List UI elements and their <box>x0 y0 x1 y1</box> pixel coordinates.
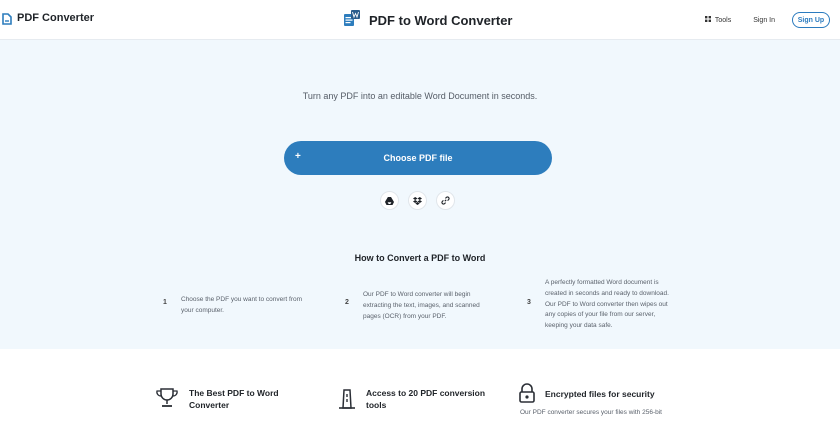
feature-2-title-line: Access to 20 PDF conversion <box>366 388 486 398</box>
url-link-button[interactable] <box>436 191 455 210</box>
brand-logo-icon <box>2 12 12 25</box>
step-3-line: A perfectly formatted Word document is <box>545 279 659 286</box>
header-nav: Tools Sign In Sign Up <box>704 12 830 28</box>
tools-label: Tools <box>714 16 732 24</box>
step-3-text: A perfectly formatted Word document is c… <box>545 278 705 332</box>
tools-menu[interactable]: Tools <box>704 16 732 24</box>
pdf-to-word-icon <box>343 9 361 32</box>
choose-pdf-button[interactable]: + Choose PDF file <box>284 141 552 175</box>
brand-name: PDF Converter <box>17 12 95 24</box>
dropbox-button[interactable] <box>408 191 427 210</box>
step-1-line: your computer. <box>181 306 224 314</box>
step-3-line: Our PDF to Word converter then wipes out <box>545 300 668 308</box>
step-2-line: pages (OCR) from your PDF. <box>363 312 447 320</box>
step-3-line: keeping your data safe. <box>545 322 613 330</box>
step-3-number: 3 <box>527 299 531 306</box>
link-icon <box>441 192 450 210</box>
page-title-block: PDF to Word Converter <box>343 9 513 32</box>
lock-icon <box>518 383 536 408</box>
trophy-icon <box>155 387 179 414</box>
features-section: The Best PDF to Word Converter Access to… <box>0 349 840 421</box>
dropbox-icon <box>413 192 422 210</box>
hero-subtitle: Turn any PDF into an editable Word Docum… <box>302 91 538 101</box>
step-2-text: Our PDF to Word converter will begin ext… <box>363 290 513 322</box>
feature-2-title-line: tools <box>366 400 387 410</box>
feature-2-title: Access to 20 PDF conversion tools <box>366 387 485 411</box>
feature-3-description: Our PDF converter secures your files wit… <box>520 409 662 416</box>
page-title: PDF to Word Converter <box>369 13 513 28</box>
grid-icon <box>704 16 711 24</box>
top-header: PDF Converter PDF to Word Converter Tool… <box>0 0 840 40</box>
brand-logo-link[interactable]: PDF Converter <box>2 12 95 25</box>
step-3-line: any copies of your file from our server, <box>545 311 656 319</box>
step-3-line: created in seconds and ready to download… <box>545 289 669 297</box>
choose-pdf-label: Choose PDF file <box>383 153 453 163</box>
feature-1-title-line: Converter <box>189 400 230 410</box>
feature-1-title: The Best PDF to Word Converter <box>189 387 279 411</box>
step-2-line: extracting the text, images, and scanned <box>363 301 480 309</box>
feature-3-title: Encrypted files for security <box>545 389 655 399</box>
step-1-text: Choose the PDF you want to convert from … <box>181 295 331 317</box>
upload-sources <box>380 191 455 210</box>
google-drive-icon <box>385 192 394 210</box>
how-to-title: How to Convert a PDF to Word <box>354 253 486 263</box>
step-1-number: 1 <box>163 299 167 306</box>
feature-1-title-line: The Best PDF to Word <box>189 388 279 398</box>
step-2-line: Our PDF to Word converter will begin <box>363 291 471 298</box>
plus-icon: + <box>295 151 301 162</box>
google-drive-button[interactable] <box>380 191 399 210</box>
step-2-number: 2 <box>345 299 349 306</box>
hero-section: Turn any PDF into an editable Word Docum… <box>0 40 840 349</box>
sign-in-link[interactable]: Sign In <box>753 17 775 24</box>
step-1-line: Choose the PDF you want to convert from <box>181 296 303 303</box>
sign-up-button[interactable]: Sign Up <box>792 12 830 28</box>
tools-icon <box>338 388 356 415</box>
